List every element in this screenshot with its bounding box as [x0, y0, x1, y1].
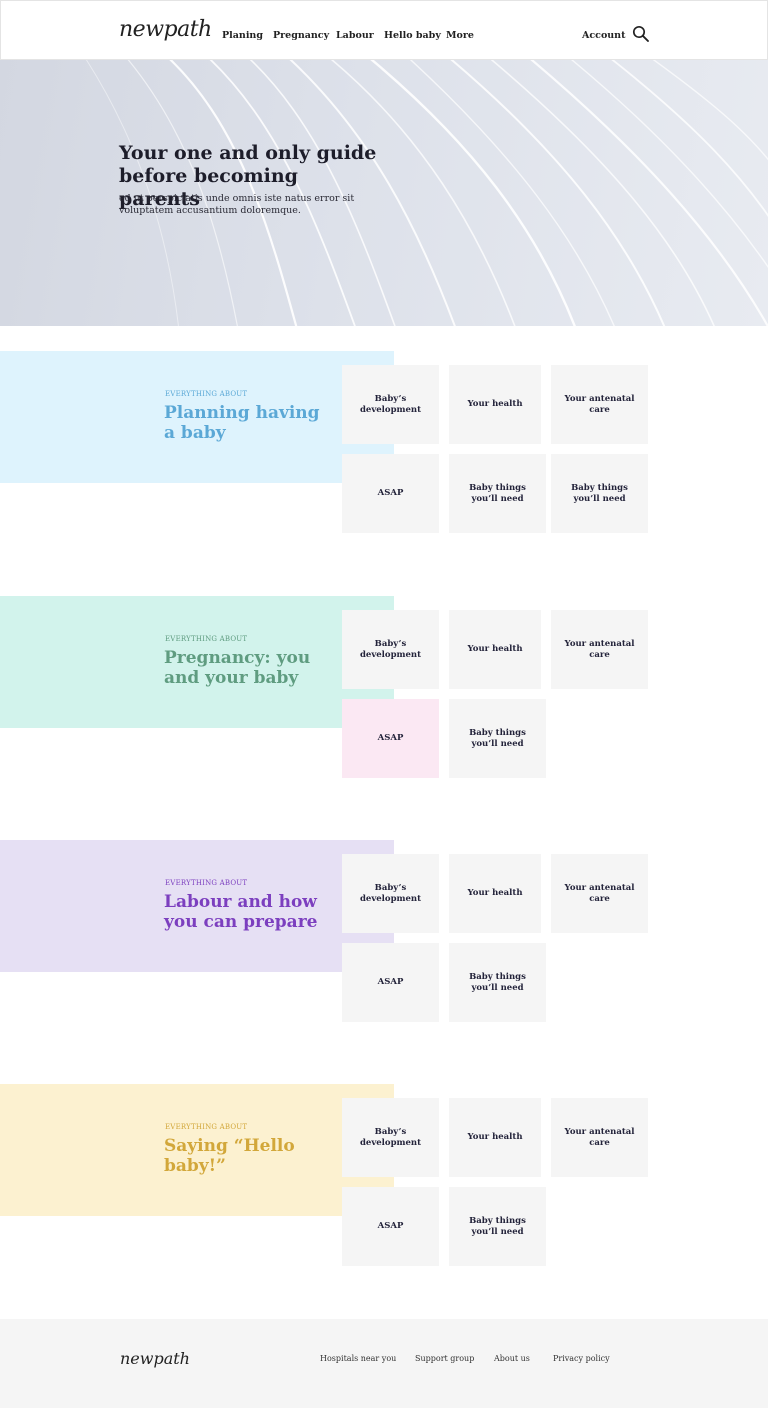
nav-item-labour[interactable]: Labour: [336, 30, 374, 41]
card-babys-development[interactable]: Baby’s development: [342, 854, 439, 933]
card-antenatal-care[interactable]: Your antenatal care: [551, 1098, 648, 1177]
card-babys-development[interactable]: Baby’s development: [342, 610, 439, 689]
section-hello-baby: EVERYTHING ABOUT Saying “Hello baby!” Ba…: [0, 1084, 768, 1284]
site-logo[interactable]: newpath: [119, 17, 212, 42]
section-eyebrow: EVERYTHING ABOUT: [165, 635, 248, 643]
card-your-health[interactable]: Your health: [449, 854, 541, 933]
nav-item-hello-baby[interactable]: Hello baby: [384, 30, 441, 41]
section-pregnancy: EVERYTHING ABOUT Pregnancy: you and your…: [0, 596, 768, 796]
card-babys-development[interactable]: Baby’s development: [342, 1098, 439, 1177]
footer-link-hospitals[interactable]: Hospitals near you: [320, 1354, 396, 1363]
section-eyebrow: EVERYTHING ABOUT: [165, 1123, 248, 1131]
site-footer: newpath Hospitals near you Support group…: [0, 1319, 768, 1408]
card-baby-things[interactable]: Baby things you’ll need: [449, 943, 546, 1022]
card-your-health[interactable]: Your health: [449, 1098, 541, 1177]
card-your-health[interactable]: Your health: [449, 610, 541, 689]
card-asap[interactable]: ASAP: [342, 943, 439, 1022]
section-eyebrow: EVERYTHING ABOUT: [165, 879, 248, 887]
card-babys-development[interactable]: Baby’s development: [342, 365, 439, 444]
card-asap[interactable]: ASAP: [342, 1187, 439, 1266]
section-title[interactable]: Planning having a baby: [164, 403, 324, 443]
card-asap[interactable]: ASAP: [342, 454, 439, 533]
card-baby-things[interactable]: Baby things you’ll need: [449, 454, 546, 533]
card-baby-things[interactable]: Baby things you’ll need: [449, 699, 546, 778]
section-title[interactable]: Saying “Hello baby!”: [164, 1136, 324, 1176]
card-your-health[interactable]: Your health: [449, 365, 541, 444]
section-title[interactable]: Pregnancy: you and your baby: [164, 648, 324, 688]
card-baby-things[interactable]: Baby things you’ll need: [551, 454, 648, 533]
hero-subtitle: ed ut perspiciatis unde omnis iste natus…: [119, 193, 355, 216]
card-antenatal-care[interactable]: Your antenatal care: [551, 610, 648, 689]
nav-item-pregnancy[interactable]: Pregnancy: [273, 30, 329, 41]
hero-banner: Your one and only guide before becoming …: [0, 60, 768, 326]
nav-item-more[interactable]: More: [446, 30, 474, 41]
site-header: newpath Planing Pregnancy Labour Hello b…: [0, 0, 768, 60]
section-labour: EVERYTHING ABOUT Labour and how you can …: [0, 840, 768, 1040]
section-title[interactable]: Labour and how you can prepare: [164, 892, 324, 932]
account-link[interactable]: Account: [582, 30, 625, 41]
card-antenatal-care[interactable]: Your antenatal care: [551, 365, 648, 444]
search-icon[interactable]: [632, 25, 650, 43]
footer-logo[interactable]: newpath: [120, 1349, 190, 1368]
footer-link-support-group[interactable]: Support group: [415, 1354, 474, 1363]
nav-item-planing[interactable]: Planing: [222, 30, 263, 41]
footer-link-about-us[interactable]: About us: [494, 1354, 530, 1363]
footer-link-privacy-policy[interactable]: Privacy policy: [553, 1354, 610, 1363]
card-baby-things[interactable]: Baby things you’ll need: [449, 1187, 546, 1266]
section-eyebrow: EVERYTHING ABOUT: [165, 390, 248, 398]
card-asap[interactable]: ASAP: [342, 699, 439, 778]
hero-background-lines: [85, 60, 768, 326]
section-planning: EVERYTHING ABOUT Planning having a baby …: [0, 351, 768, 551]
card-antenatal-care[interactable]: Your antenatal care: [551, 854, 648, 933]
